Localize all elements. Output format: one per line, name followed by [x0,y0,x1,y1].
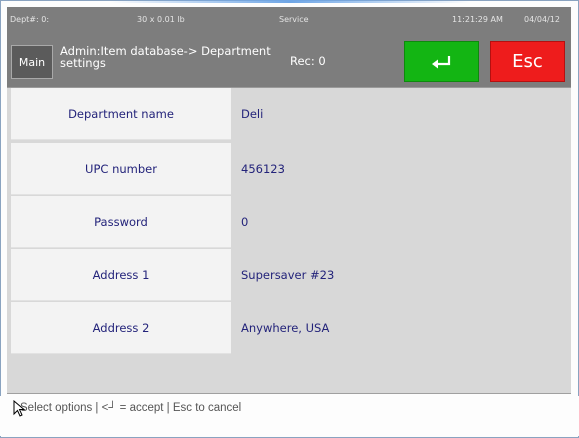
field-row-department-name: Department name Deli [11,88,566,141]
field-label-password[interactable]: Password [11,196,231,248]
field-label-department-name[interactable]: Department name [11,88,231,140]
window-top-highlight [110,0,470,3]
field-row-password: Password 0 [11,196,566,249]
field-row-address-2: Address 2 Anywhere, USA [11,302,566,355]
field-value-upc-number: 456123 [241,162,285,176]
field-label-address-2[interactable]: Address 2 [11,302,231,354]
field-row-address-1: Address 1 Supersaver #23 [11,249,566,302]
header-bar: Main Admin:Item database-> Department se… [7,31,571,88]
mouse-pointer-icon [13,400,26,417]
status-mode: Service [279,15,309,24]
field-row-upc-number: UPC number 456123 [11,143,566,196]
status-date: 04/04/12 [524,15,560,24]
page-title: Admin:Item database-> Department setting… [60,45,310,69]
field-value-address-1: Supersaver #23 [241,268,335,282]
main-button[interactable]: Main [11,45,53,79]
record-counter: Rec: 0 [290,54,326,68]
status-bar: Dept#: 0: 30 x 0.01 lb Service 11:21:29 … [7,7,571,31]
field-value-department-name: Deli [241,107,264,121]
help-text: Select options | <┘ = accept | Esc to ca… [20,402,242,414]
field-value-address-2: Anywhere, USA [241,321,330,335]
field-value-password: 0 [241,215,249,229]
settings-panel-bottom [7,378,571,394]
status-time: 11:21:29 AM [452,15,503,24]
status-dept: Dept#: 0: [10,15,50,24]
escape-button[interactable]: Esc [490,41,565,82]
accept-button[interactable] [404,41,479,82]
field-label-address-1[interactable]: Address 1 [11,249,231,301]
help-footer: Select options | <┘ = accept | Esc to ca… [0,396,579,436]
field-label-upc-number[interactable]: UPC number [11,143,231,195]
page-title-line2: settings [60,56,106,70]
status-weight: 30 x 0.01 lb [137,15,185,24]
enter-return-icon [431,55,450,68]
